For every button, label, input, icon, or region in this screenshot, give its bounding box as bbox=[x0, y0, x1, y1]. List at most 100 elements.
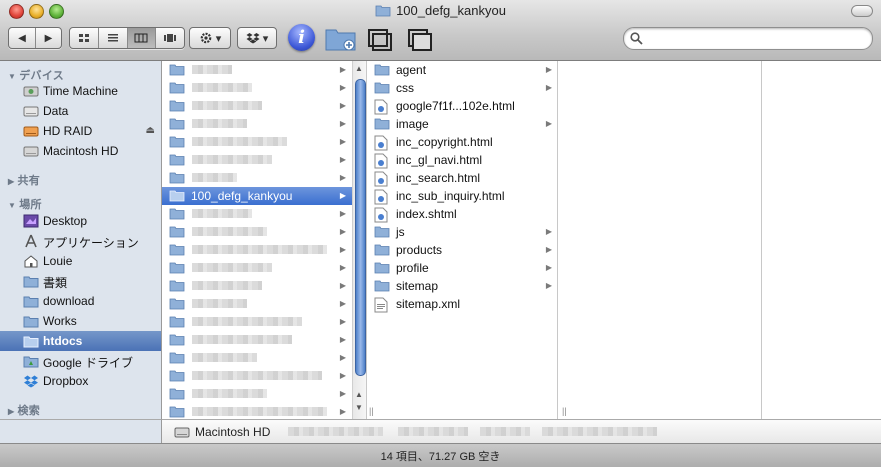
sidebar-section-shared[interactable]: ▶ 共有 bbox=[8, 172, 40, 188]
path-item-root[interactable]: Macintosh HD bbox=[195, 425, 270, 439]
sidebar-item-louie[interactable]: Louie bbox=[0, 251, 161, 271]
list-item[interactable]: ▶ bbox=[162, 385, 352, 403]
list-item[interactable]: ▶ bbox=[162, 115, 352, 133]
sidebar-item-desktop[interactable]: Desktop bbox=[0, 211, 161, 231]
raid-drive-icon bbox=[23, 126, 39, 137]
list-item[interactable]: ▶ bbox=[162, 277, 352, 295]
list-item[interactable]: ▶ bbox=[162, 313, 352, 331]
drive-icon bbox=[23, 146, 39, 157]
icon-view-button[interactable] bbox=[70, 28, 99, 48]
forward-button[interactable]: ▶ bbox=[36, 28, 61, 48]
list-view-button[interactable] bbox=[99, 28, 128, 48]
redacted-name bbox=[192, 317, 302, 326]
eject-icon[interactable]: ⏏ bbox=[146, 125, 155, 136]
sidebar-section-search[interactable]: ▶ 検索 bbox=[8, 402, 40, 418]
folder-icon bbox=[23, 336, 39, 348]
chevron-right-icon: ▶ bbox=[339, 371, 346, 380]
list-item[interactable]: ▶ bbox=[162, 169, 352, 187]
sidebar-section-places[interactable]: ▼ 場所 bbox=[8, 196, 42, 212]
list-item[interactable]: ▶ bbox=[162, 151, 352, 169]
sidebar-item-applications[interactable]: アプリケーション bbox=[0, 231, 161, 251]
chevron-right-icon: ▶ bbox=[339, 299, 346, 308]
folder-icon bbox=[169, 99, 185, 115]
list-item[interactable]: agent ▶ bbox=[367, 61, 558, 79]
chevron-right-icon: ▶ bbox=[545, 245, 552, 254]
column-view-button[interactable] bbox=[127, 28, 157, 48]
list-item-label: agent bbox=[396, 63, 427, 77]
list-item[interactable]: profile ▶ bbox=[367, 259, 558, 277]
sidebar-item-htdocs[interactable]: htdocs bbox=[0, 331, 161, 351]
new-folder-button[interactable] bbox=[325, 26, 357, 55]
list-item[interactable]: ▶ bbox=[162, 97, 352, 115]
list-item[interactable]: index.shtml bbox=[367, 205, 558, 223]
list-item[interactable]: inc_gl_navi.html bbox=[367, 151, 558, 169]
sidebar-item-documents[interactable]: 書類 bbox=[0, 271, 161, 291]
list-item[interactable]: ▶ bbox=[162, 403, 352, 419]
redacted-name bbox=[192, 137, 287, 146]
list-item[interactable]: inc_sub_inquiry.html bbox=[367, 187, 558, 205]
folder-icon bbox=[374, 63, 390, 79]
list-item-label: inc_copyright.html bbox=[396, 135, 493, 149]
sidebar-item-label: Google ドライブ bbox=[43, 356, 134, 370]
finder-window: 100_defg_kankyou ◀ ▶ ▾ ▾ i ▼ デバイス Time M… bbox=[0, 0, 881, 467]
scroll-down-icon[interactable]: ▼ bbox=[355, 403, 363, 412]
list-item[interactable]: ▶ bbox=[162, 133, 352, 151]
action-menu-button[interactable]: ▾ bbox=[189, 27, 231, 49]
list-item[interactable]: inc_copyright.html bbox=[367, 133, 558, 151]
sidebar-item-dropbox[interactable]: Dropbox bbox=[0, 371, 161, 391]
chevron-right-icon: ▶ bbox=[339, 245, 346, 254]
list-item[interactable]: sitemap ▶ bbox=[367, 277, 558, 295]
list-item-selected-folder[interactable]: 100_defg_kankyou ▶ bbox=[162, 187, 352, 205]
chevron-right-icon: ▶ bbox=[339, 335, 346, 344]
column-resize-handle[interactable]: || bbox=[369, 406, 374, 416]
redacted-name bbox=[192, 281, 262, 290]
sidebar-item-download[interactable]: download bbox=[0, 291, 161, 311]
list-item-label: 100_defg_kankyou bbox=[191, 189, 293, 203]
chevron-down-icon: ▾ bbox=[215, 32, 222, 45]
time-machine-drive-icon bbox=[23, 86, 39, 97]
list-item[interactable]: ▶ bbox=[162, 349, 352, 367]
info-icon: i bbox=[298, 27, 305, 48]
column-resize-handle[interactable]: || bbox=[562, 406, 567, 416]
list-item[interactable]: google7f1f...102e.html bbox=[367, 97, 558, 115]
sidebar-item-data[interactable]: Data bbox=[0, 101, 161, 121]
list-item[interactable]: ▶ bbox=[162, 61, 352, 79]
list-item[interactable]: ▶ bbox=[162, 205, 352, 223]
folder-icon bbox=[169, 243, 185, 259]
toolbar-toggle-button[interactable] bbox=[851, 5, 873, 17]
chevron-right-icon: ▶ bbox=[339, 83, 346, 92]
coverflow-view-button[interactable] bbox=[156, 28, 184, 48]
scroll-up-icon[interactable]: ▲ bbox=[355, 390, 363, 399]
list-item[interactable]: products ▶ bbox=[367, 241, 558, 259]
list-item[interactable]: ▶ bbox=[162, 295, 352, 313]
list-item[interactable]: js ▶ bbox=[367, 223, 558, 241]
back-button[interactable]: ◀ bbox=[9, 28, 36, 48]
sidebar-item-works[interactable]: Works bbox=[0, 311, 161, 331]
folder-icon bbox=[169, 315, 185, 331]
list-item[interactable]: ▶ bbox=[162, 79, 352, 97]
search-field[interactable] bbox=[623, 27, 873, 50]
list-item[interactable]: inc_search.html bbox=[367, 169, 558, 187]
redacted-name bbox=[192, 407, 327, 416]
dropbox-menu-button[interactable]: ▾ bbox=[237, 27, 277, 49]
search-icon bbox=[630, 32, 643, 45]
sidebar-item-google-drive[interactable]: Google ドライブ bbox=[0, 351, 161, 371]
window-button-1[interactable] bbox=[368, 29, 392, 54]
list-item[interactable]: ▶ bbox=[162, 223, 352, 241]
sidebar-item-time-machine[interactable]: Time Machine bbox=[0, 81, 161, 101]
search-input[interactable] bbox=[646, 30, 865, 47]
list-item[interactable]: image ▶ bbox=[367, 115, 558, 133]
list-item[interactable]: ▶ bbox=[162, 367, 352, 385]
window-button-2[interactable] bbox=[408, 29, 432, 54]
list-item[interactable]: ▶ bbox=[162, 241, 352, 259]
scroll-thumb[interactable] bbox=[355, 79, 366, 376]
list-item[interactable]: ▶ bbox=[162, 259, 352, 277]
column-1-scrollbar[interactable]: ▲ ▲ ▼ bbox=[352, 61, 367, 419]
list-item[interactable]: ▶ bbox=[162, 331, 352, 349]
list-item[interactable]: sitemap.xml bbox=[367, 295, 558, 313]
list-item[interactable]: css ▶ bbox=[367, 79, 558, 97]
scroll-up-icon[interactable]: ▲ bbox=[355, 64, 363, 73]
sidebar-item-hd-raid[interactable]: HD RAID ⏏ bbox=[0, 121, 161, 141]
get-info-button[interactable]: i bbox=[288, 24, 315, 51]
sidebar-item-macintosh-hd[interactable]: Macintosh HD bbox=[0, 141, 161, 161]
